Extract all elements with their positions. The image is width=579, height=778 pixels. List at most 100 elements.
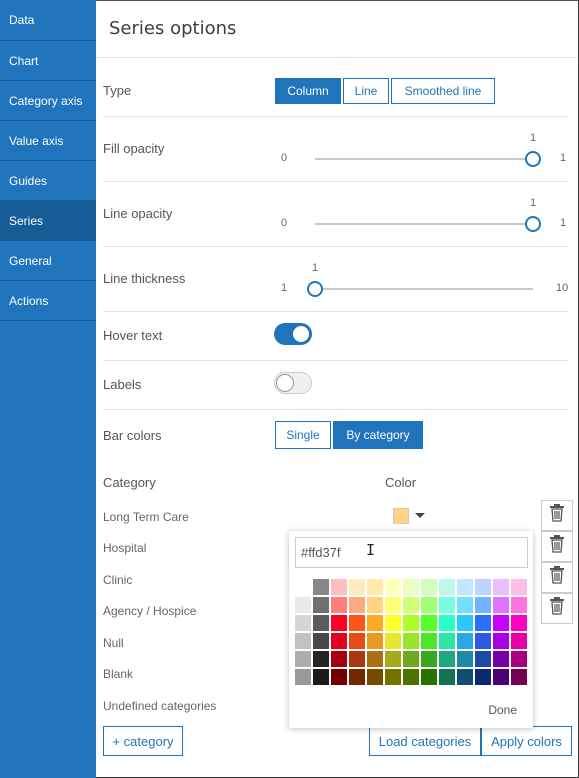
color-swatch[interactable] [457,615,473,631]
color-swatch[interactable] [403,651,419,667]
color-swatch[interactable] [403,615,419,631]
color-swatch[interactable] [331,615,347,631]
color-swatch[interactable] [385,633,401,649]
color-swatch[interactable] [403,669,419,685]
color-swatch[interactable] [313,615,329,631]
color-swatch[interactable] [295,615,311,631]
color-swatch[interactable] [439,579,455,595]
done-button[interactable]: Done [488,703,517,717]
color-swatch[interactable] [493,633,509,649]
color-swatch[interactable] [493,579,509,595]
color-swatch[interactable] [331,669,347,685]
type-column-button[interactable]: Column [275,78,341,104]
delete-category-button[interactable] [541,531,573,562]
color-swatch[interactable] [331,579,347,595]
color-swatch[interactable] [367,669,383,685]
color-swatch[interactable] [457,651,473,667]
color-swatch[interactable] [511,633,527,649]
color-swatch[interactable] [367,633,383,649]
color-swatch[interactable] [367,651,383,667]
sidebar-item-actions[interactable]: Actions [0,281,96,321]
color-swatch[interactable] [493,597,509,613]
hover-text-toggle[interactable] [274,323,312,345]
slider-track[interactable] [315,223,533,225]
type-smoothed-line-button[interactable]: Smoothed line [391,78,495,104]
load-categories-button[interactable]: Load categories [369,726,481,756]
color-swatch[interactable] [421,597,437,613]
slider-track[interactable] [315,288,533,290]
line-thickness-slider[interactable]: 1 1 10 [276,262,568,302]
color-swatch[interactable] [493,615,509,631]
color-swatch[interactable] [349,597,365,613]
color-swatch[interactable] [421,579,437,595]
color-swatch[interactable] [475,669,491,685]
color-swatch[interactable] [385,669,401,685]
color-swatch[interactable] [367,579,383,595]
color-swatch[interactable] [511,651,527,667]
color-swatch[interactable] [421,633,437,649]
sidebar-item-data[interactable]: Data [0,0,96,41]
color-swatch[interactable] [457,669,473,685]
fill-opacity-slider[interactable]: 0 1 1 [276,132,566,172]
chevron-down-icon[interactable] [415,513,425,518]
color-swatch[interactable] [457,597,473,613]
labels-toggle[interactable] [274,372,312,394]
color-swatch[interactable] [385,615,401,631]
color-swatch[interactable] [385,597,401,613]
color-swatch[interactable] [349,633,365,649]
color-swatch[interactable] [457,633,473,649]
color-swatch[interactable] [457,579,473,595]
color-swatch[interactable] [313,633,329,649]
color-swatch[interactable] [349,669,365,685]
color-swatch[interactable] [475,579,491,595]
color-swatch[interactable] [313,597,329,613]
color-swatch[interactable] [511,579,527,595]
delete-category-button[interactable] [541,593,573,624]
color-swatch[interactable] [421,651,437,667]
slider-thumb[interactable] [525,216,541,232]
color-swatch[interactable] [313,579,329,595]
color-swatch[interactable] [367,597,383,613]
color-swatch[interactable] [421,615,437,631]
color-swatch[interactable] [313,669,329,685]
color-swatch[interactable] [439,597,455,613]
sidebar-item-chart[interactable]: Chart [0,41,96,81]
color-swatch[interactable] [385,579,401,595]
add-category-button[interactable]: + category [103,726,183,756]
slider-track[interactable] [315,158,533,160]
color-swatch[interactable] [475,597,491,613]
bar-colors-by-category-button[interactable]: By category [333,421,423,449]
color-swatch[interactable] [403,579,419,595]
color-swatch[interactable] [349,579,365,595]
color-swatch[interactable] [295,651,311,667]
color-swatch[interactable] [493,669,509,685]
sidebar-item-general[interactable]: General [0,241,96,281]
color-swatch[interactable] [295,633,311,649]
color-swatch[interactable] [403,597,419,613]
color-swatch[interactable] [511,597,527,613]
color-swatch[interactable] [421,669,437,685]
color-swatch[interactable] [439,615,455,631]
color-swatch[interactable] [295,597,311,613]
slider-thumb[interactable] [525,151,541,167]
color-swatch[interactable] [439,633,455,649]
color-swatch[interactable] [403,633,419,649]
color-swatch[interactable] [367,615,383,631]
color-swatch[interactable] [385,651,401,667]
color-swatch[interactable] [475,633,491,649]
color-swatch[interactable] [475,615,491,631]
hex-color-input[interactable] [295,537,528,568]
color-swatch[interactable] [439,669,455,685]
color-swatch[interactable] [511,615,527,631]
delete-category-button[interactable] [541,562,573,593]
slider-thumb[interactable] [307,281,323,297]
color-swatch[interactable] [439,651,455,667]
line-opacity-slider[interactable]: 0 1 1 [276,197,566,237]
bar-colors-single-button[interactable]: Single [275,421,331,449]
color-swatch[interactable] [295,669,311,685]
sidebar-item-value-axis[interactable]: Value axis [0,121,96,161]
color-swatch[interactable] [349,651,365,667]
color-swatch[interactable] [313,651,329,667]
sidebar-item-guides[interactable]: Guides [0,161,96,201]
apply-colors-button[interactable]: Apply colors [481,726,572,756]
